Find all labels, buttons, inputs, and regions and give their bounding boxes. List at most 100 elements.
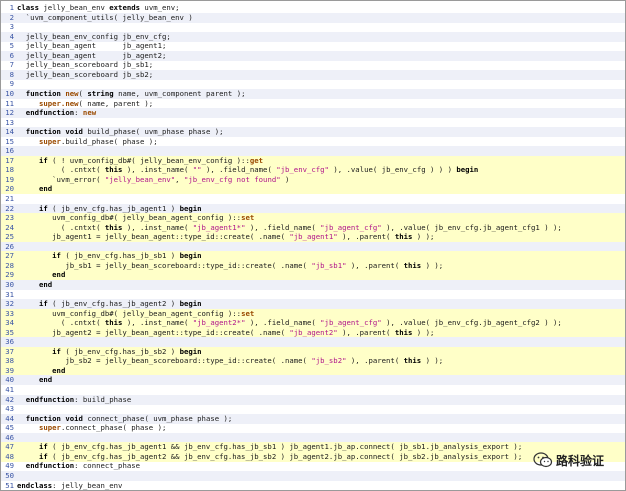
line-number: 43	[5, 404, 14, 414]
code-text: endfunction: connect_phase	[25, 461, 141, 471]
code-line: 40 end	[1, 375, 625, 386]
line-number: 38	[5, 356, 14, 366]
code-text: function void connect_phase( uvm_phase p…	[25, 413, 233, 423]
code-text: ( .cntxt( this ), .inst_name( "jb_agent2…	[17, 318, 562, 328]
line-number: 47	[5, 442, 14, 452]
line-number: 40	[5, 375, 14, 385]
code-line: 47 if ( jb_env_cfg.has_jb_agent1 && jb_e…	[1, 442, 625, 453]
code-text: ( .cntxt( this ), .inst_name( "jb_agent1…	[17, 222, 562, 232]
code-text: jelly_bean_scoreboard jb_sb1;	[17, 60, 154, 70]
line-number: 23	[5, 213, 14, 223]
line-number: 9	[9, 79, 14, 89]
code-editor[interactable]: 1 class jelly_bean_env extends uvm_env; 2 …	[0, 0, 626, 491]
code-line: 46	[1, 432, 625, 443]
code-text: if ( jb_env_cfg.has_jb_agent1 ) begin	[38, 203, 202, 213]
line-number: 7	[9, 60, 14, 70]
code-line: 16	[1, 146, 625, 157]
code-line: 36	[1, 337, 625, 348]
line-number: 51	[5, 480, 14, 490]
code-line: 18 ( .cntxt( this ), .inst_name( "" ), .…	[1, 165, 625, 176]
code-line: 23 uvm_config_db#( jelly_bean_agent_conf…	[1, 213, 625, 224]
line-number: 24	[5, 222, 14, 232]
line-number: 4	[9, 31, 14, 41]
line-number: 17	[5, 155, 14, 165]
code-text: uvm_config_db#( jelly_bean_agent_config …	[17, 308, 255, 318]
code-text: endclass: jelly_bean_env	[17, 480, 123, 490]
code-line: 3	[1, 22, 625, 32]
line-number: 50	[5, 470, 14, 480]
code-text: if ( jb_env_cfg.has_jb_agent1 && jb_env_…	[38, 442, 523, 452]
line-number: 29	[5, 270, 14, 280]
code-text: uvm_config_db#( jelly_bean_agent_config …	[17, 213, 255, 223]
code-text: jb_agent1 = jelly_bean_agent::type_id::c…	[17, 232, 435, 242]
line-number: 21	[5, 194, 14, 203]
code-line: 25 jb_agent1 = jelly_bean_agent::type_id…	[1, 232, 625, 243]
line-number: 33	[5, 308, 14, 318]
line-number: 10	[5, 88, 14, 98]
code-line: 15 super.build_phase( phase );	[1, 137, 625, 147]
code-line: 10 function new( string name, uvm_compon…	[1, 88, 625, 99]
line-number: 19	[5, 174, 14, 184]
line-number: 49	[5, 461, 14, 471]
code-line: 19 `uvm_error( "jelly_bean_env", "jb_env…	[1, 174, 625, 185]
code-text: jelly_bean_agent jb_agent1;	[17, 41, 167, 51]
code-line: 39 end	[1, 365, 625, 376]
line-number: 3	[9, 22, 14, 32]
code-line: 37 if ( jb_env_cfg.has_jb_sb2 ) begin	[1, 346, 625, 357]
line-number: 1	[9, 3, 14, 12]
code-text: `uvm_component_utils( jelly_bean_env )	[17, 12, 193, 22]
code-text: class jelly_bean_env extends uvm_env;	[17, 3, 180, 12]
code-text: jelly_bean_agent jb_agent2;	[17, 50, 167, 60]
code-line: 7 jelly_bean_scoreboard jb_sb1;	[1, 60, 625, 70]
line-number: 18	[5, 165, 14, 175]
code-line: 45 super.connect_phase( phase );	[1, 423, 625, 433]
watermark: 路科验证	[533, 449, 604, 471]
line-number: 22	[5, 203, 14, 213]
line-number: 45	[5, 423, 14, 433]
code-text: super.new( name, parent );	[38, 98, 154, 108]
code-text: end	[38, 375, 53, 385]
code-text: if ( jb_env_cfg.has_jb_sb1 ) begin	[52, 251, 202, 261]
code-text: end	[52, 270, 66, 280]
wechat-icon	[533, 452, 553, 468]
code-line: 48 if ( jb_env_cfg.has_jb_agent2 && jb_e…	[1, 451, 625, 462]
line-number: 20	[5, 184, 14, 194]
line-number: 36	[5, 337, 14, 347]
code-line: 32 if ( jb_env_cfg.has_jb_agent2 ) begin	[1, 299, 625, 310]
line-number: 8	[9, 69, 14, 79]
line-number: 5	[9, 41, 14, 51]
line-number: 14	[5, 127, 14, 137]
code-text: end	[38, 279, 53, 289]
code-text: jelly_bean_env_config jb_env_cfg;	[17, 31, 171, 41]
code-line: 26	[1, 241, 625, 252]
watermark-text: 路科验证	[555, 453, 604, 468]
line-number: 44	[5, 413, 14, 423]
line-number: 34	[5, 318, 14, 328]
code-text: function new( string name, uvm_component…	[25, 88, 246, 98]
code-line: 50	[1, 470, 625, 481]
line-number: 26	[5, 241, 14, 251]
code-line: 34 ( .cntxt( this ), .inst_name( "jb_age…	[1, 318, 625, 329]
code-line: 33 uvm_config_db#( jelly_bean_agent_conf…	[1, 308, 625, 319]
line-number: 37	[5, 346, 14, 356]
code-line: 24 ( .cntxt( this ), .inst_name( "jb_age…	[1, 222, 625, 233]
code-line: 5 jelly_bean_agent jb_agent1;	[1, 41, 625, 51]
code-text: endfunction: new	[25, 108, 97, 118]
code-line: 29 end	[1, 270, 625, 281]
code-line: 30 end	[1, 279, 625, 290]
line-number: 35	[5, 327, 14, 337]
line-number: 12	[5, 108, 14, 118]
code-line: 14 function void build_phase( uvm_phase …	[1, 127, 625, 138]
code-line: 49 endfunction: connect_phase	[1, 461, 625, 471]
line-number: 11	[5, 98, 14, 108]
line-number: 25	[5, 232, 14, 242]
code-line: 9	[1, 79, 625, 89]
code-line: 27 if ( jb_env_cfg.has_jb_sb1 ) begin	[1, 251, 625, 262]
code-line: 43	[1, 404, 625, 414]
code-line: 12 endfunction: new	[1, 108, 625, 119]
code-text: `uvm_error( "jelly_bean_env", "jb_env_cf…	[17, 174, 290, 184]
line-number: 42	[5, 394, 14, 404]
line-number: 31	[5, 289, 14, 299]
code-line: 13	[1, 118, 625, 128]
code-line: 8 jelly_bean_scoreboard jb_sb2;	[1, 69, 625, 80]
